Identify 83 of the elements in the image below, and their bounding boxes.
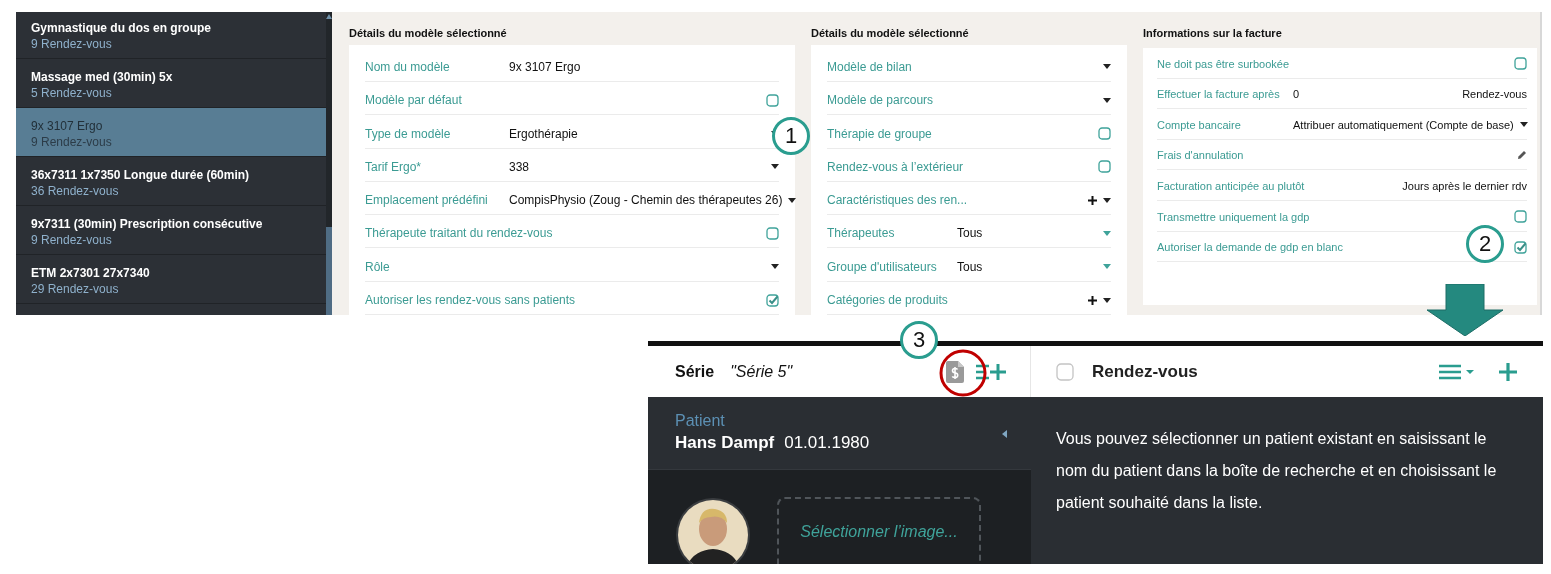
checkbox[interactable] [766, 93, 779, 107]
pencil-icon[interactable] [1517, 150, 1527, 161]
field-value[interactable]: 0 [1293, 88, 1457, 101]
caret-icon[interactable] [1519, 122, 1528, 128]
appointment-count: 29 Rendez-vous [31, 281, 120, 298]
section-title: Détails du modèle sélectionné [811, 26, 970, 41]
template-name: Gymnastique du dos en groupe [31, 20, 213, 36]
checkbox[interactable] [1514, 240, 1527, 254]
field-label: Tarif Ergo* [365, 158, 509, 182]
template-name: 9x 3107 Ergo [31, 118, 104, 134]
field-label: Emplacement prédéfini [365, 192, 509, 216]
template-name: 9x7311 (30min) Prescription consécutive [31, 216, 264, 232]
field-label: Ne doit pas être surbookée [1157, 55, 1508, 79]
checkbox[interactable] [1514, 57, 1527, 71]
appointment-count: 36 Rendez-vous [31, 183, 120, 200]
list-add-icon[interactable] [976, 362, 1008, 381]
dropdown-value[interactable]: Jours après le dernier rdv [1402, 179, 1527, 192]
dropdown-value[interactable]: CompisPhysio (Zoug - Chemin des thérapeutes 26) [509, 193, 783, 208]
field-unit: Rendez-vous [1462, 88, 1527, 101]
field-label: Compte bancaire [1157, 116, 1293, 140]
appointment-count: 9 Rendez-vous [31, 36, 113, 53]
checkbox[interactable] [766, 293, 779, 307]
field-label: Frais d'annulation [1157, 147, 1511, 171]
checkbox[interactable] [1056, 362, 1074, 381]
dropdown-value[interactable]: Tous [957, 226, 1097, 241]
field-label: Thérapeutes [827, 225, 957, 249]
plus-icon[interactable] [1088, 195, 1097, 205]
field-label: Effectuer la facture après [1157, 86, 1293, 110]
dropdown-value[interactable]: Attribuer automatiquement (Compte de base) [1293, 118, 1514, 131]
field-label: Rendez-vous à l’extérieur [827, 158, 1092, 182]
caret-icon[interactable] [788, 197, 797, 203]
caret-icon[interactable] [1103, 197, 1111, 203]
checkbox[interactable] [1098, 127, 1111, 140]
checkbox[interactable] [1098, 160, 1111, 174]
checkbox[interactable] [1514, 210, 1527, 224]
appointment-count: 5 Rendez-vous [31, 85, 113, 102]
field-label: Catégories de produits [827, 292, 1082, 315]
collapse-icon[interactable] [1002, 430, 1007, 438]
help-text: Vous pouvez sélectionner un patient existant en saisissant le nom du patient dans la boîte de recherche et en choisissant le patient souhaité dans la liste. [1056, 429, 1498, 513]
field-label: Caractéristiques des ren... [827, 192, 1082, 216]
patient-name: Hans Dampf [675, 432, 775, 454]
dropdown-value[interactable]: Ergothérapie [509, 126, 765, 141]
dropdown-value[interactable]: Tous [957, 259, 1097, 274]
caret-icon[interactable] [1103, 297, 1111, 303]
caret-icon[interactable] [1103, 64, 1111, 70]
plus-icon[interactable] [1088, 295, 1097, 305]
scrollbar[interactable] [326, 12, 332, 315]
appointment-count: 9 Rendez-vous [31, 232, 113, 249]
field-label: Autoriser les rendez-vous sans patients [365, 292, 760, 315]
field-label: Thérapeute traitant du rendez-vous [365, 225, 760, 249]
field-label: Type de modèle [365, 125, 509, 149]
dropdown-value[interactable]: 338 [509, 159, 765, 174]
patient-label: Patient [675, 411, 726, 431]
section-title: Détails du modèle sélectionné [349, 26, 508, 41]
scrollbar-thumb[interactable] [326, 227, 332, 315]
field-label: Modèle par défaut [365, 92, 760, 116]
caret-icon[interactable] [771, 164, 779, 170]
field-label: Groupe d'utilisateurs [827, 258, 957, 282]
caret-icon[interactable] [1103, 97, 1111, 103]
field-label: Modèle de bilan [827, 58, 957, 82]
template-name: ETM 2x7301 27x7340 [31, 265, 151, 281]
series-name: "Série 5" [730, 362, 793, 381]
invoice-icon[interactable] [946, 360, 964, 383]
field-label: Nom du modèle [365, 58, 509, 82]
scroll-up-icon[interactable] [326, 14, 332, 19]
field-label: Modèle de parcours [827, 92, 957, 116]
series-label: Série [675, 362, 715, 381]
template-name: Massage med (30min) 5x [31, 69, 174, 85]
step-number: 3 [900, 321, 938, 359]
field-value[interactable]: 9x 3107 Ergo [509, 59, 779, 74]
checkbox[interactable] [766, 226, 779, 240]
field-label: Facturation anticipée au plutôt [1157, 177, 1397, 201]
appointment-count: 9 Rendez-vous [31, 134, 113, 151]
image-drop-zone[interactable]: Sélectionner l’image... [777, 497, 981, 564]
menu-icon[interactable] [1439, 363, 1475, 380]
highlight-circle [938, 348, 988, 398]
caret-icon[interactable] [771, 264, 779, 270]
panel-title: Rendez-vous [1092, 361, 1198, 382]
field-label: Thérapie de groupe [827, 125, 1092, 149]
template-name: 36x7311 1x7350 Longue durée (60min) [31, 167, 251, 183]
field-label: Rôle [365, 258, 509, 282]
section-title: Informations sur la facture [1143, 26, 1283, 41]
birth-date: 01.01.1980 [784, 432, 870, 454]
